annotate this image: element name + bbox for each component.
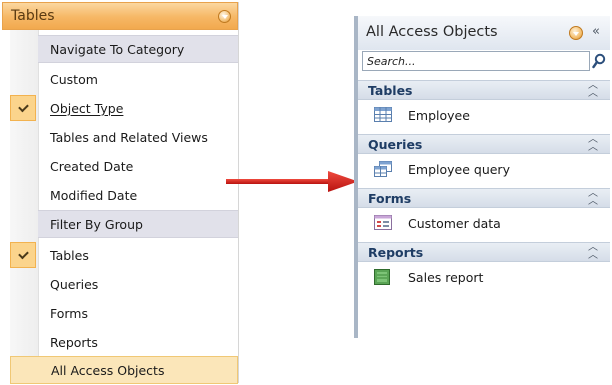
form-icon — [374, 215, 392, 230]
dropdown-icon[interactable] — [569, 26, 583, 40]
menu-item-tables-and-related-views[interactable]: Tables and Related Views — [2, 123, 238, 151]
group-header-navigate-to-category: Navigate To Category — [38, 35, 238, 63]
object-label: Employee query — [408, 162, 510, 177]
navigation-pane: All Access Objects « Tables ︿︿ Employee … — [354, 16, 610, 338]
menu-item-label: Modified Date — [50, 187, 138, 203]
section-title: Queries — [368, 137, 423, 152]
check-icon — [10, 242, 36, 268]
menu-header[interactable]: Tables — [2, 2, 238, 30]
group-label: Filter By Group — [50, 216, 143, 232]
query-icon — [374, 161, 392, 177]
menu-item-created-date[interactable]: Created Date — [2, 152, 238, 180]
menu-item-tables[interactable]: Tables — [2, 241, 238, 269]
menu-item-all-access-objects[interactable]: All Access Objects — [10, 356, 238, 384]
object-item-employee-query[interactable]: Employee query — [358, 156, 610, 182]
chevron-up-icon[interactable]: ︿ ︿ — [588, 243, 598, 261]
object-item-customer-data[interactable]: Customer data — [358, 210, 610, 236]
navigation-options-menu: Tables Navigate To Category Custom Objec… — [2, 2, 239, 384]
menu-item-label: Forms — [50, 305, 89, 321]
menu-item-forms[interactable]: Forms — [2, 299, 238, 327]
table-icon — [374, 107, 392, 122]
menu-item-label: Reports — [50, 334, 98, 350]
menu-item-label: Object Type — [50, 100, 124, 116]
object-item-sales-report[interactable]: Sales report — [358, 264, 610, 290]
report-icon — [374, 269, 390, 285]
pane-header[interactable]: All Access Objects « — [358, 16, 610, 50]
section-header-reports[interactable]: Reports ︿ ︿ — [358, 242, 610, 262]
section-header-queries[interactable]: Queries ︿ ︿ — [358, 134, 610, 154]
object-label: Sales report — [408, 270, 484, 285]
menu-item-label: Queries — [50, 276, 99, 292]
section-title: Tables — [368, 83, 413, 98]
group-header-filter-by-group: Filter By Group — [38, 210, 238, 238]
search-input[interactable] — [363, 52, 589, 70]
object-label: Employee — [408, 108, 470, 123]
menu-item-queries[interactable]: Queries — [2, 270, 238, 298]
chevron-up-icon[interactable]: ︿ ︿ — [588, 189, 598, 207]
section-title: Forms — [368, 191, 412, 206]
group-label: Navigate To Category — [50, 41, 185, 57]
collapse-pane-icon[interactable]: « — [592, 24, 600, 39]
menu-item-label: Custom — [50, 71, 98, 87]
menu-title: Tables — [11, 8, 55, 24]
dropdown-icon[interactable] — [218, 10, 231, 23]
object-label: Customer data — [408, 216, 501, 231]
menu-item-label: Tables — [50, 247, 89, 263]
menu-item-label: Created Date — [50, 158, 134, 174]
menu-item-label: Tables and Related Views — [50, 129, 208, 145]
object-item-employee[interactable]: Employee — [358, 102, 610, 128]
menu-item-reports[interactable]: Reports — [2, 328, 238, 356]
menu-item-object-type[interactable]: Object Type — [2, 94, 238, 122]
pane-title: All Access Objects — [366, 24, 498, 40]
chevron-up-icon[interactable]: ︿ ︿ — [588, 135, 598, 153]
section-header-forms[interactable]: Forms ︿ ︿ — [358, 188, 610, 208]
check-icon — [10, 95, 36, 121]
arrow-icon — [226, 171, 358, 192]
section-title: Reports — [368, 245, 424, 260]
chevron-up-icon[interactable]: ︿ ︿ — [588, 81, 598, 99]
section-header-tables[interactable]: Tables ︿ ︿ — [358, 80, 610, 100]
search-box[interactable] — [362, 51, 590, 71]
menu-item-label: All Access Objects — [51, 362, 165, 378]
search-icon[interactable] — [592, 53, 606, 69]
menu-item-modified-date[interactable]: Modified Date — [2, 181, 238, 209]
menu-item-custom[interactable]: Custom — [2, 65, 238, 93]
